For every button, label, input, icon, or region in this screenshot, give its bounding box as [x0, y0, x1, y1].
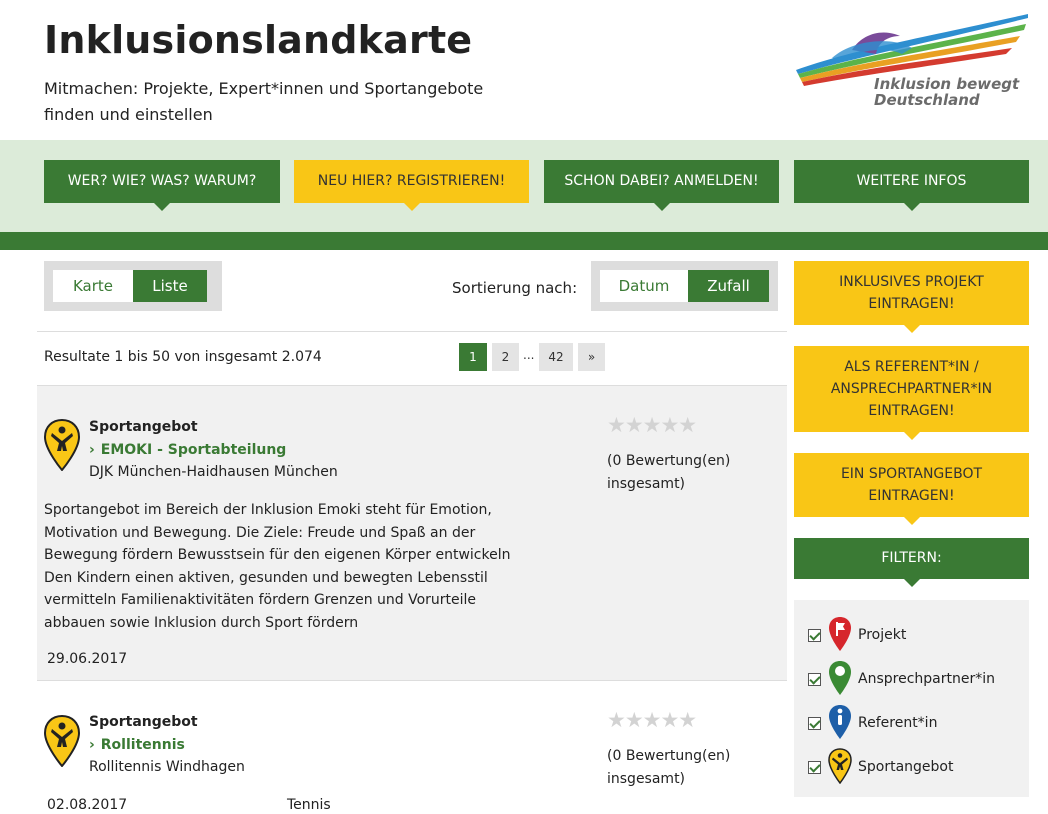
rating-stars[interactable]: ★★★★★ [607, 710, 697, 731]
listing-org: DJK München-Haidhausen München [89, 464, 338, 480]
add-referent-button[interactable]: ALS REFERENT*IN / ANSPRECHPARTNER*IN EIN… [794, 346, 1029, 440]
nav-registrieren[interactable]: NEU HIER? REGISTRIEREN! [294, 160, 529, 211]
result-count: Resultate 1 bis 50 von insgesamt 2.074 [44, 349, 322, 365]
pagination-ellipsis: ... [523, 348, 535, 362]
sort-label: Sortierung nach: [452, 279, 578, 297]
rating-count: (0 Bewertung(en) insgesamt) [607, 748, 731, 787]
logo-text: Inklusion bewegt Deutschland [874, 76, 1019, 108]
listing-description: Sportangebot im Bereich der Inklusion Em… [44, 502, 511, 631]
filter-sportangebot[interactable]: Sportangebot [808, 748, 1023, 786]
divider [37, 680, 787, 681]
view-toggle: Karte Liste [44, 261, 222, 311]
filter-referent-checkbox[interactable] [808, 717, 821, 730]
divider [37, 331, 787, 332]
sort-random-button[interactable]: Zufall [688, 270, 769, 302]
site-subtitle: Mitmachen: Projekte, Expert*innen und Sp… [44, 79, 484, 124]
logo-text-line1: Inklusion bewegt [874, 75, 1020, 93]
rating-stars[interactable]: ★★★★★ [607, 415, 697, 436]
nav-wer-wie-was-warum[interactable]: WER? WIE? WAS? WARUM? [44, 160, 280, 211]
view-list-button[interactable]: Liste [133, 270, 207, 302]
sort-toggle: Datum Zufall [591, 261, 778, 311]
filter-sportangebot-checkbox[interactable] [808, 761, 821, 774]
nav-divider-bar [0, 232, 1048, 250]
listing-title-link[interactable]: › Rollitennis [89, 737, 185, 753]
listing-title[interactable]: EMOKI - Sportabteilung [101, 442, 287, 458]
filter-heading: FILTERN: [794, 538, 1029, 587]
listing-date: 29.06.2017 [47, 651, 128, 667]
filter-ansprechpartner-label: Ansprechpartner*in [858, 671, 995, 687]
filter-referent-label: Referent*in [858, 715, 938, 731]
filter-projekt[interactable]: Projekt [808, 617, 1023, 654]
chevron-right-icon: › [89, 442, 95, 458]
page-1-button[interactable]: 1 [459, 343, 487, 371]
site-title: Inklusionslandkarte [44, 18, 473, 62]
referent-pin-icon [829, 705, 851, 739]
listing-title[interactable]: Rollitennis [101, 737, 185, 753]
view-map-button[interactable]: Karte [53, 270, 133, 302]
sportangebot-pin-icon [44, 419, 80, 471]
ansprechpartner-pin-icon [829, 661, 851, 695]
site-header: Inklusionslandkarte Mitmachen: Projekte,… [0, 0, 1048, 140]
filter-ansprechpartner-checkbox[interactable] [808, 673, 821, 686]
page-next-button[interactable]: » [578, 343, 605, 371]
listing-type: Sportangebot [89, 419, 198, 435]
filter-ansprechpartner[interactable]: Ansprechpartner*in [808, 661, 1023, 698]
listing-date: 02.08.2017 [47, 797, 128, 813]
sort-date-button[interactable]: Datum [600, 270, 688, 302]
filter-sportangebot-label: Sportangebot [858, 759, 954, 775]
filter-referent[interactable]: Referent*in [808, 705, 1023, 742]
listing-title-link[interactable]: › EMOKI - Sportabteilung [89, 442, 286, 458]
add-sportangebot-button[interactable]: EIN SPORTANGEBOT EINTRAGEN! [794, 453, 1029, 525]
logo-text-line2: Deutschland [874, 91, 980, 109]
sportangebot-pin-icon [828, 748, 852, 784]
listing-tag: Tennis [287, 797, 331, 813]
nav-anmelden[interactable]: SCHON DABEI? ANMELDEN! [544, 160, 779, 211]
chevron-right-icon: › [89, 737, 95, 753]
sportangebot-pin-icon [44, 715, 80, 767]
listing-org: Rollitennis Windhagen [89, 759, 245, 775]
page-last-button[interactable]: 42 [539, 343, 573, 371]
projekt-pin-icon [829, 617, 851, 651]
filter-projekt-label: Projekt [858, 627, 907, 643]
filter-projekt-checkbox[interactable] [808, 629, 821, 642]
page-2-button[interactable]: 2 [492, 343, 519, 371]
rating-count: (0 Bewertung(en) insgesamt) [607, 453, 731, 492]
listing-type: Sportangebot [89, 714, 198, 730]
nav-weitere-infos[interactable]: WEITERE INFOS [794, 160, 1029, 211]
add-project-button[interactable]: INKLUSIVES PROJEKT EINTRAGEN! [794, 261, 1029, 333]
